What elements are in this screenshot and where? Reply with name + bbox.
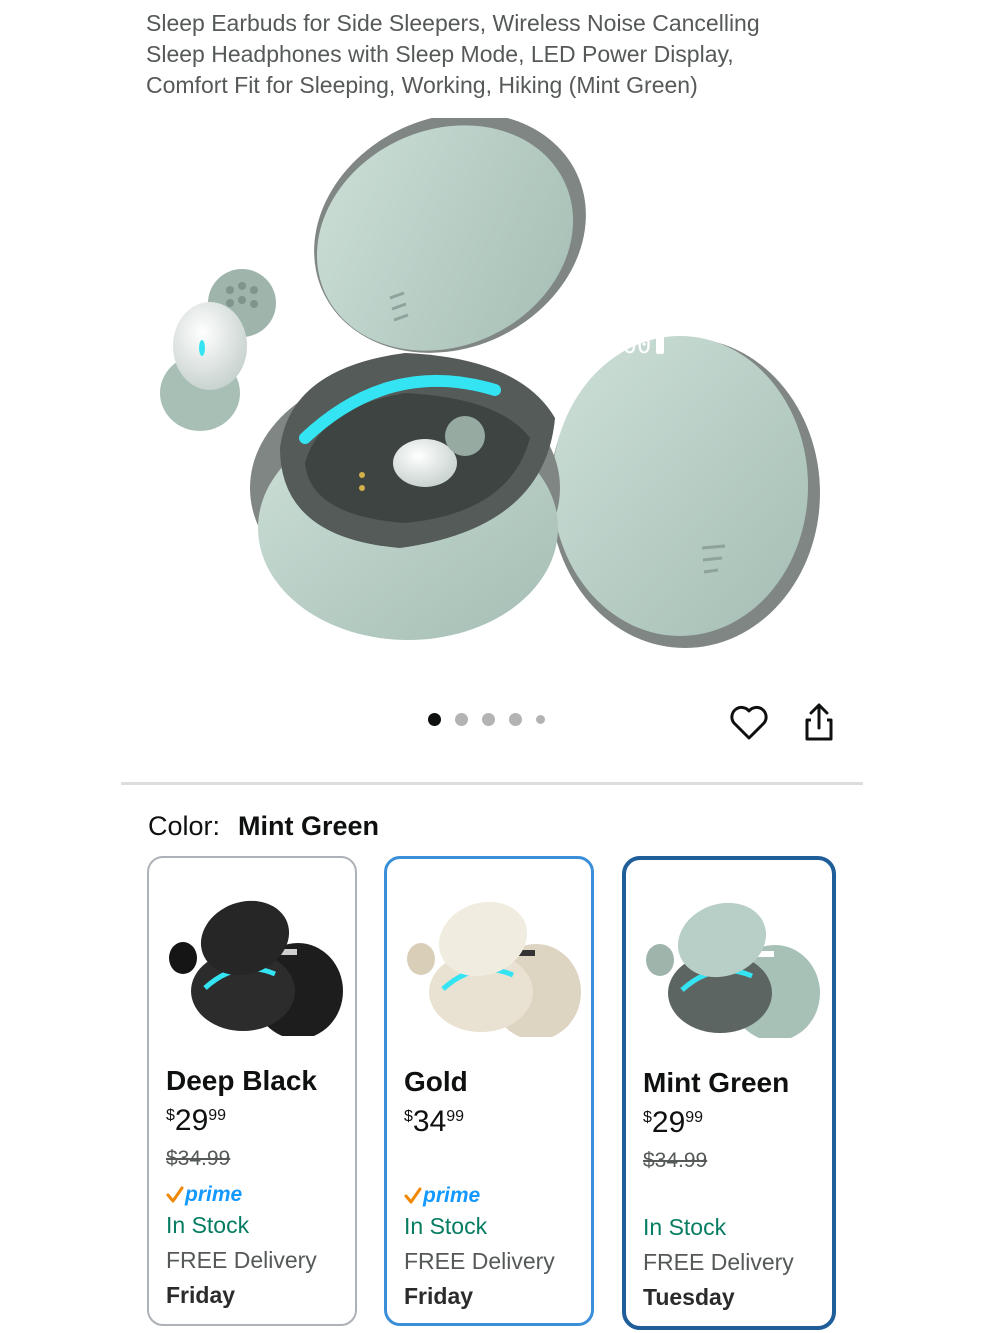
title-line-3: Comfort Fit for Sleeping, Working, Hikin… [146,72,698,98]
color-option-deep-black[interactable]: Deep Black $2999 $34.99 prime In Stock F… [147,856,357,1326]
case-led-readout: 100 [608,331,651,359]
price-currency: $ [404,1108,413,1125]
option-name: Gold [404,1066,468,1097]
stock-status: In Stock [404,1213,488,1239]
deep-black-thumbnail [169,900,343,1036]
share-icon[interactable] [797,700,841,744]
carousel-dot-5[interactable] [536,715,545,724]
carousel-dot-4[interactable] [509,713,522,726]
image-carousel-dots[interactable] [428,713,545,726]
price-fraction: 99 [446,1108,465,1125]
prime-badge: prime [404,1183,480,1209]
option-name: Mint Green [643,1067,790,1098]
prime-badge: prime [166,1182,242,1208]
price-whole: 29 [651,1106,686,1139]
delivery-text: FREE Delivery [643,1249,794,1275]
product-image[interactable]: 100 [150,118,840,663]
stock-status: In Stock [643,1214,727,1240]
list-price: $34.99 [166,1147,231,1170]
selected-color: Mint Green [238,811,380,841]
prime-check-icon [404,1187,422,1204]
price-currency: $ [643,1109,652,1126]
carousel-dot-1[interactable] [428,713,441,726]
prime-check-icon [166,1186,184,1203]
title-line-2: Sleep Headphones with Sleep Mode, LED Po… [146,41,734,67]
product-title: Sleep Earbuds for Side Sleepers, Wireles… [146,8,846,101]
carousel-dot-2[interactable] [455,713,468,726]
price-whole: 29 [174,1104,209,1137]
delivery-day: Friday [404,1283,474,1309]
option-price: $3499 [404,1105,464,1139]
carousel-dot-3[interactable] [482,713,495,726]
option-price: $2999 [166,1104,226,1138]
gold-thumbnail [407,901,581,1037]
delivery-text: FREE Delivery [404,1248,555,1274]
option-name: Deep Black [166,1065,317,1096]
price-fraction: 99 [685,1109,704,1126]
stock-status: In Stock [166,1212,250,1238]
mint-green-thumbnail [646,902,820,1038]
prime-label: prime [185,1183,243,1206]
price-whole: 34 [412,1105,447,1138]
delivery-day: Tuesday [643,1284,735,1310]
color-selector-label: Color: Mint Green [148,808,379,844]
heart-icon[interactable] [727,700,771,744]
color-label: Color: [148,811,221,841]
color-option-mint-green[interactable]: Mint Green $2999 $34.99 In Stock FREE De… [622,856,836,1330]
prime-label: prime [423,1184,481,1207]
price-fraction: 99 [208,1107,227,1124]
price-currency: $ [166,1107,175,1124]
section-divider [121,782,863,785]
delivery-text: FREE Delivery [166,1247,317,1273]
option-price: $2999 [643,1106,703,1140]
color-option-gold[interactable]: Gold $3499 prime In Stock FREE Delivery … [384,856,594,1326]
delivery-day: Friday [166,1282,236,1308]
title-line-1: Sleep Earbuds for Side Sleepers, Wireles… [146,10,760,36]
list-price: $34.99 [643,1149,708,1172]
